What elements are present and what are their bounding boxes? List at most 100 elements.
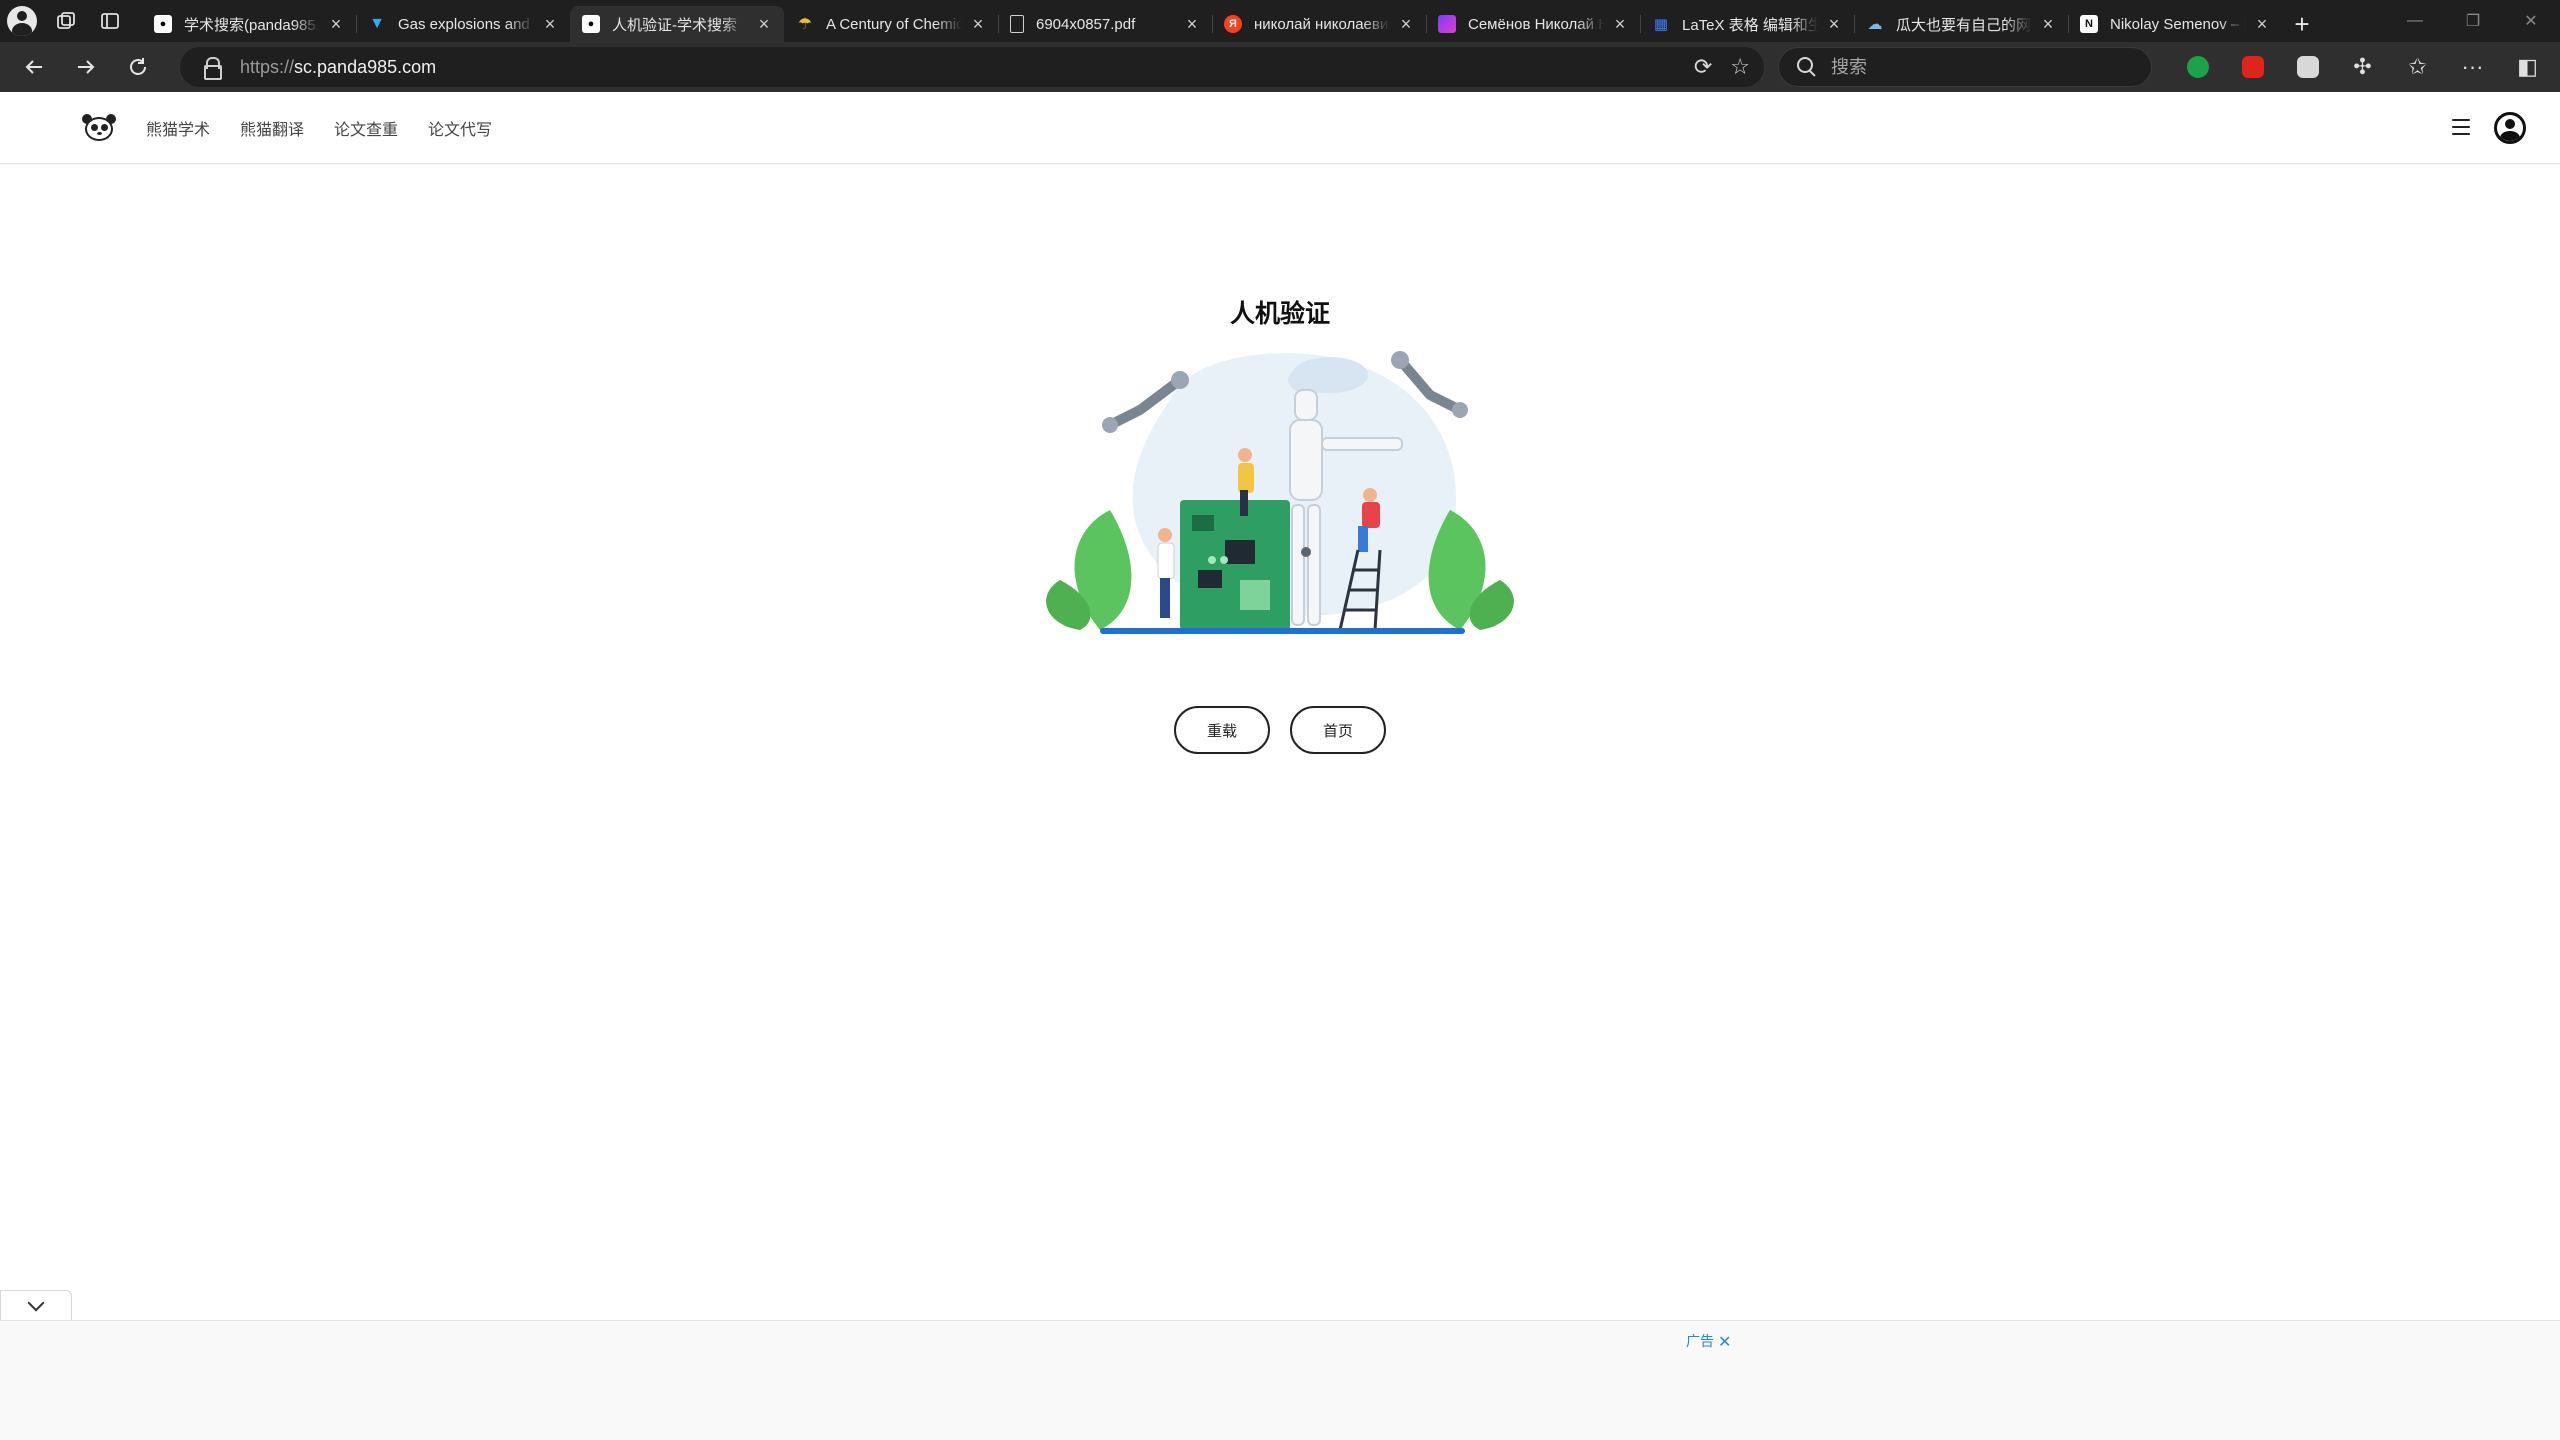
nav-link-panda-scholar[interactable]: 熊猫学术 [146, 116, 210, 140]
search-icon [1797, 57, 1817, 77]
red-extension-icon [2241, 56, 2264, 78]
back-arrow-icon [25, 60, 42, 74]
tab-0[interactable]: ● 学术搜索(panda985.com) × [142, 6, 356, 42]
search-box[interactable] [1778, 47, 2152, 87]
more-button[interactable]: ··· [2445, 42, 2500, 92]
purple-favicon-icon [1438, 15, 1456, 33]
home-button[interactable]: 首页 [1290, 706, 1386, 754]
tab-title: 人机验证-学术搜索 [612, 16, 737, 34]
close-window-icon[interactable]: ✕ [2502, 0, 2560, 42]
nav-link-panda-translate[interactable]: 熊猫翻译 [240, 116, 304, 140]
yandex-favicon-icon: Я [1224, 15, 1242, 33]
ad-label[interactable]: 广告 ✕ [1686, 1331, 1731, 1351]
tab-close-icon[interactable]: × [1824, 14, 1844, 34]
site-header: 熊猫学术 熊猫翻译 论文查重 论文代写 [0, 92, 2560, 164]
panda-favicon-icon: ● [154, 15, 172, 33]
tab-3[interactable]: ☂ A Century of Chemical Kinetics × [784, 6, 998, 42]
nav-link-paper-writing[interactable]: 论文代写 [428, 116, 492, 140]
new-tab-button[interactable]: + [2282, 6, 2322, 42]
tab-close-icon[interactable]: × [326, 14, 346, 34]
favorites-icon: ✩ [2408, 54, 2427, 79]
ad-collapse-button[interactable] [0, 1290, 72, 1320]
search-input[interactable] [1831, 56, 2131, 78]
site-nav: 熊猫学术 熊猫翻译 论文查重 论文代写 [146, 116, 492, 140]
address-actions: ⟳ ☆ [1694, 47, 1750, 87]
tab-close-icon[interactable]: × [2038, 14, 2058, 34]
workspaces-button[interactable] [44, 0, 88, 42]
lock-icon[interactable] [202, 56, 222, 80]
tab-list: ● 学术搜索(panda985.com) × ▼ Gas explosions … [142, 0, 2322, 42]
restore-icon[interactable]: ❐ [2444, 0, 2502, 42]
file-favicon-icon [1010, 15, 1024, 33]
tab-6[interactable]: Семёнов Николай Николаевич × [1426, 6, 1640, 42]
tab-title: A Century of Chemical Kinetics [826, 15, 962, 33]
tab-title: Gas explosions and flames [398, 15, 534, 33]
ad-close-icon[interactable]: ✕ [1718, 1332, 1731, 1351]
tab-2[interactable]: ● 人机验证-学术搜索 × [570, 6, 784, 42]
read-aloud-icon[interactable]: ⟳ [1694, 54, 1712, 80]
nobel-favicon-icon: N [2080, 15, 2098, 33]
nav-link-plagiarism-check[interactable]: 论文查重 [334, 116, 398, 140]
cloud-favicon-icon: ☁ [1867, 16, 1883, 33]
tab-5[interactable]: Я николай николаевич × [1212, 6, 1426, 42]
user-account-icon[interactable] [2494, 112, 2526, 144]
refresh-button[interactable] [112, 45, 164, 89]
extension-green-button[interactable] [2170, 42, 2225, 92]
tab-title: 学术搜索(panda985.com) [184, 16, 320, 34]
panda-logo-icon[interactable] [82, 113, 116, 143]
mask-extension-icon [2296, 56, 2319, 78]
extension-row: ✣ ✩ ··· ◧ [2170, 42, 2555, 92]
grid-favicon-icon: ▦ [1653, 16, 1669, 33]
forward-arrow-icon [78, 60, 95, 74]
tab-4[interactable]: 6904x0857.pdf × [998, 6, 1212, 42]
reload-button[interactable]: 重载 [1174, 706, 1270, 754]
tab-title: Nikolay Semenov – Facts [2110, 15, 2246, 33]
refresh-icon [130, 58, 146, 75]
minimize-icon[interactable]: — [2386, 0, 2444, 42]
tab-close-icon[interactable]: × [754, 14, 774, 34]
address-bar[interactable]: https://sc.panda985.com ⟳ ☆ [180, 47, 1764, 87]
umbrella-favicon-icon: ☂ [797, 16, 813, 33]
tab-title: Семёнов Николай Николаевич [1468, 15, 1604, 33]
tab-7[interactable]: ▦ LaTeX 表格 编辑和生成 × [1640, 6, 1854, 42]
browser-toolbar: https://sc.panda985.com ⟳ ☆ ✣ ✩ ··· ◧ [0, 42, 2560, 92]
tab-close-icon[interactable]: × [1182, 14, 1202, 34]
puzzle-icon: ✣ [2353, 54, 2372, 79]
sidebar-button[interactable]: ◧ [2500, 42, 2555, 92]
tab-title: LaTeX 表格 编辑和生成 [1682, 16, 1818, 34]
tab-close-icon[interactable]: × [1396, 14, 1416, 34]
extension-mask-button[interactable] [2280, 42, 2335, 92]
tab-1[interactable]: ▼ Gas explosions and flames × [356, 6, 570, 42]
tab-close-icon[interactable]: × [968, 14, 988, 34]
tab-title: николай николаевич [1254, 15, 1390, 33]
profile-icon [7, 6, 37, 36]
captcha-illustration [1046, 351, 1514, 634]
favorite-star-icon[interactable]: ☆ [1730, 54, 1750, 80]
extensions-button[interactable]: ✣ [2335, 42, 2390, 92]
tab-strip: ● 学术搜索(panda985.com) × ▼ Gas explosions … [0, 0, 2560, 42]
verify-actions: 重载 首页 [0, 706, 2560, 754]
menu-icon[interactable] [2452, 119, 2470, 135]
tab-title: 6904x0857.pdf [1036, 15, 1136, 33]
chevron-down-icon [27, 1294, 45, 1311]
favorites-button[interactable]: ✩ [2390, 42, 2445, 92]
back-button[interactable] [8, 45, 60, 89]
tab-close-icon[interactable]: × [2252, 14, 2272, 34]
more-icon: ··· [2461, 54, 2484, 79]
url-text: https://sc.panda985.com [240, 56, 437, 77]
tab-close-icon[interactable]: × [1610, 14, 1630, 34]
profile-button[interactable] [0, 0, 44, 42]
tab-8[interactable]: ☁ 瓜大也要有自己的网站 × [1854, 6, 2068, 42]
sidebar-icon: ◧ [2517, 54, 2538, 79]
forward-button[interactable] [60, 45, 112, 89]
window-controls: — ❐ ✕ [2386, 0, 2560, 42]
vertical-tabs-icon [101, 13, 119, 29]
page-title: 人机验证 [1229, 299, 1330, 328]
tab-9[interactable]: N Nikolay Semenov – Facts × [2068, 6, 2282, 42]
extension-red-button[interactable] [2225, 42, 2280, 92]
triangle-favicon-icon: ▼ [369, 15, 385, 32]
tab-close-icon[interactable]: × [540, 14, 560, 34]
panda-favicon-icon: ● [582, 15, 600, 33]
ad-banner: 广告 ✕ [0, 1320, 2560, 1440]
vertical-tabs-button[interactable] [88, 0, 132, 42]
